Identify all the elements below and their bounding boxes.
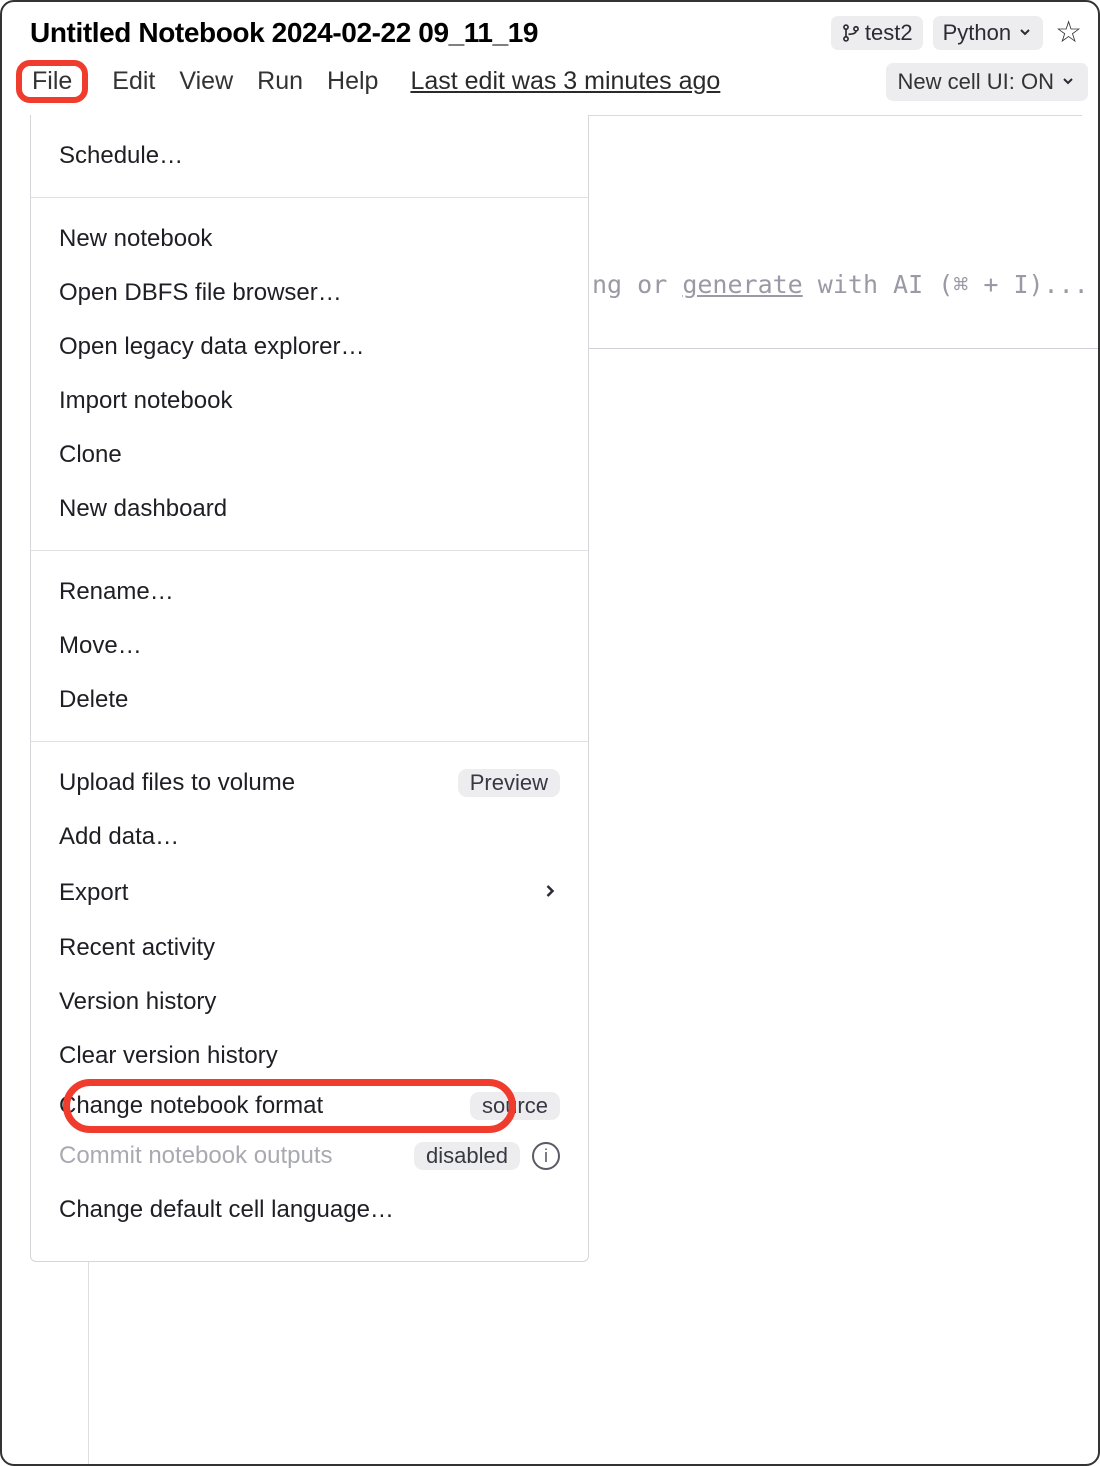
chevron-down-icon — [1017, 20, 1033, 46]
new-cell-ui-label: New cell UI: ON — [898, 69, 1054, 95]
menu-run[interactable]: Run — [257, 67, 303, 96]
menu-item-label: Open legacy data explorer… — [59, 333, 560, 361]
menu-item-recent-activity[interactable]: Recent activity — [31, 921, 588, 975]
placeholder-text-2: with AI (⌘ + I)... — [803, 270, 1089, 299]
menu-item-move[interactable]: Move… — [31, 619, 588, 673]
menu-item-label: Commit notebook outputs — [59, 1142, 402, 1170]
menu-item-upload-to-volume[interactable]: Upload files to volume Preview — [31, 756, 588, 810]
new-cell-ui-toggle[interactable]: New cell UI: ON — [886, 63, 1088, 101]
menu-item-label: Upload files to volume — [59, 769, 446, 797]
menu-help[interactable]: Help — [327, 67, 378, 96]
disabled-badge: disabled — [414, 1142, 520, 1170]
menu-item-export[interactable]: Export — [31, 864, 588, 921]
menu-item-new-dashboard[interactable]: New dashboard — [31, 482, 588, 536]
menu-item-rename[interactable]: Rename… — [31, 565, 588, 619]
menu-item-label: Open DBFS file browser… — [59, 279, 560, 307]
menu-item-open-dbfs[interactable]: Open DBFS file browser… — [31, 266, 588, 320]
git-branch-label: test2 — [865, 20, 913, 46]
menu-item-label: Delete — [59, 686, 560, 714]
code-cell-placeholder[interactable]: ng or generate with AI (⌘ + I)... — [592, 270, 1089, 299]
menu-item-new-notebook[interactable]: New notebook — [31, 212, 588, 266]
placeholder-text-1: ng or — [592, 270, 682, 299]
menu-item-label: Change notebook format — [59, 1092, 458, 1120]
menu-item-clone[interactable]: Clone — [31, 428, 588, 482]
menu-item-label: Export — [59, 879, 528, 907]
menu-item-label: Move… — [59, 632, 560, 660]
menu-item-delete[interactable]: Delete — [31, 673, 588, 727]
menu-item-change-default-language[interactable]: Change default cell language… — [31, 1183, 588, 1237]
format-badge: source — [470, 1092, 560, 1120]
menu-item-label: Schedule… — [59, 142, 560, 170]
menu-file[interactable]: File — [32, 67, 72, 95]
menu-item-label: Recent activity — [59, 934, 560, 962]
chevron-right-icon — [540, 877, 560, 908]
language-label: Python — [943, 20, 1012, 46]
menu-item-import-notebook[interactable]: Import notebook — [31, 374, 588, 428]
menu-edit[interactable]: Edit — [112, 67, 155, 96]
favorite-star-icon[interactable]: ☆ — [1055, 18, 1082, 48]
notebook-title[interactable]: Untitled Notebook 2024-02-22 09_11_19 — [30, 17, 538, 49]
git-branch-pill[interactable]: test2 — [831, 16, 923, 50]
git-branch-icon — [841, 23, 861, 43]
menu-item-clear-version-history[interactable]: Clear version history — [31, 1029, 588, 1083]
menu-item-label: Rename… — [59, 578, 560, 606]
menu-item-label: New notebook — [59, 225, 560, 253]
menu-item-label: Version history — [59, 988, 560, 1016]
menu-item-label: Import notebook — [59, 387, 560, 415]
menu-item-commit-outputs: Commit notebook outputs disabled i — [31, 1129, 588, 1183]
menu-item-schedule[interactable]: Schedule… — [31, 129, 588, 183]
menu-item-version-history[interactable]: Version history — [31, 975, 588, 1029]
menu-item-label: New dashboard — [59, 495, 560, 523]
last-edit-link[interactable]: Last edit was 3 minutes ago — [410, 67, 720, 96]
menu-item-label: Add data… — [59, 823, 560, 851]
chevron-down-icon — [1060, 69, 1076, 95]
menu-item-label: Clone — [59, 441, 560, 469]
file-dropdown-menu: Schedule… New notebook Open DBFS file br… — [30, 115, 589, 1262]
menu-item-change-notebook-format[interactable]: Change notebook format source — [31, 1083, 588, 1129]
language-selector[interactable]: Python — [933, 16, 1044, 50]
info-icon[interactable]: i — [532, 1142, 560, 1170]
menu-item-label: Change default cell language… — [59, 1196, 560, 1224]
menu-item-add-data[interactable]: Add data… — [31, 810, 588, 864]
menu-item-open-legacy-data-explorer[interactable]: Open legacy data explorer… — [31, 320, 588, 374]
placeholder-generate-link: generate — [682, 270, 802, 299]
preview-badge: Preview — [458, 769, 560, 797]
menu-view[interactable]: View — [179, 67, 233, 96]
menu-item-label: Clear version history — [59, 1042, 560, 1070]
